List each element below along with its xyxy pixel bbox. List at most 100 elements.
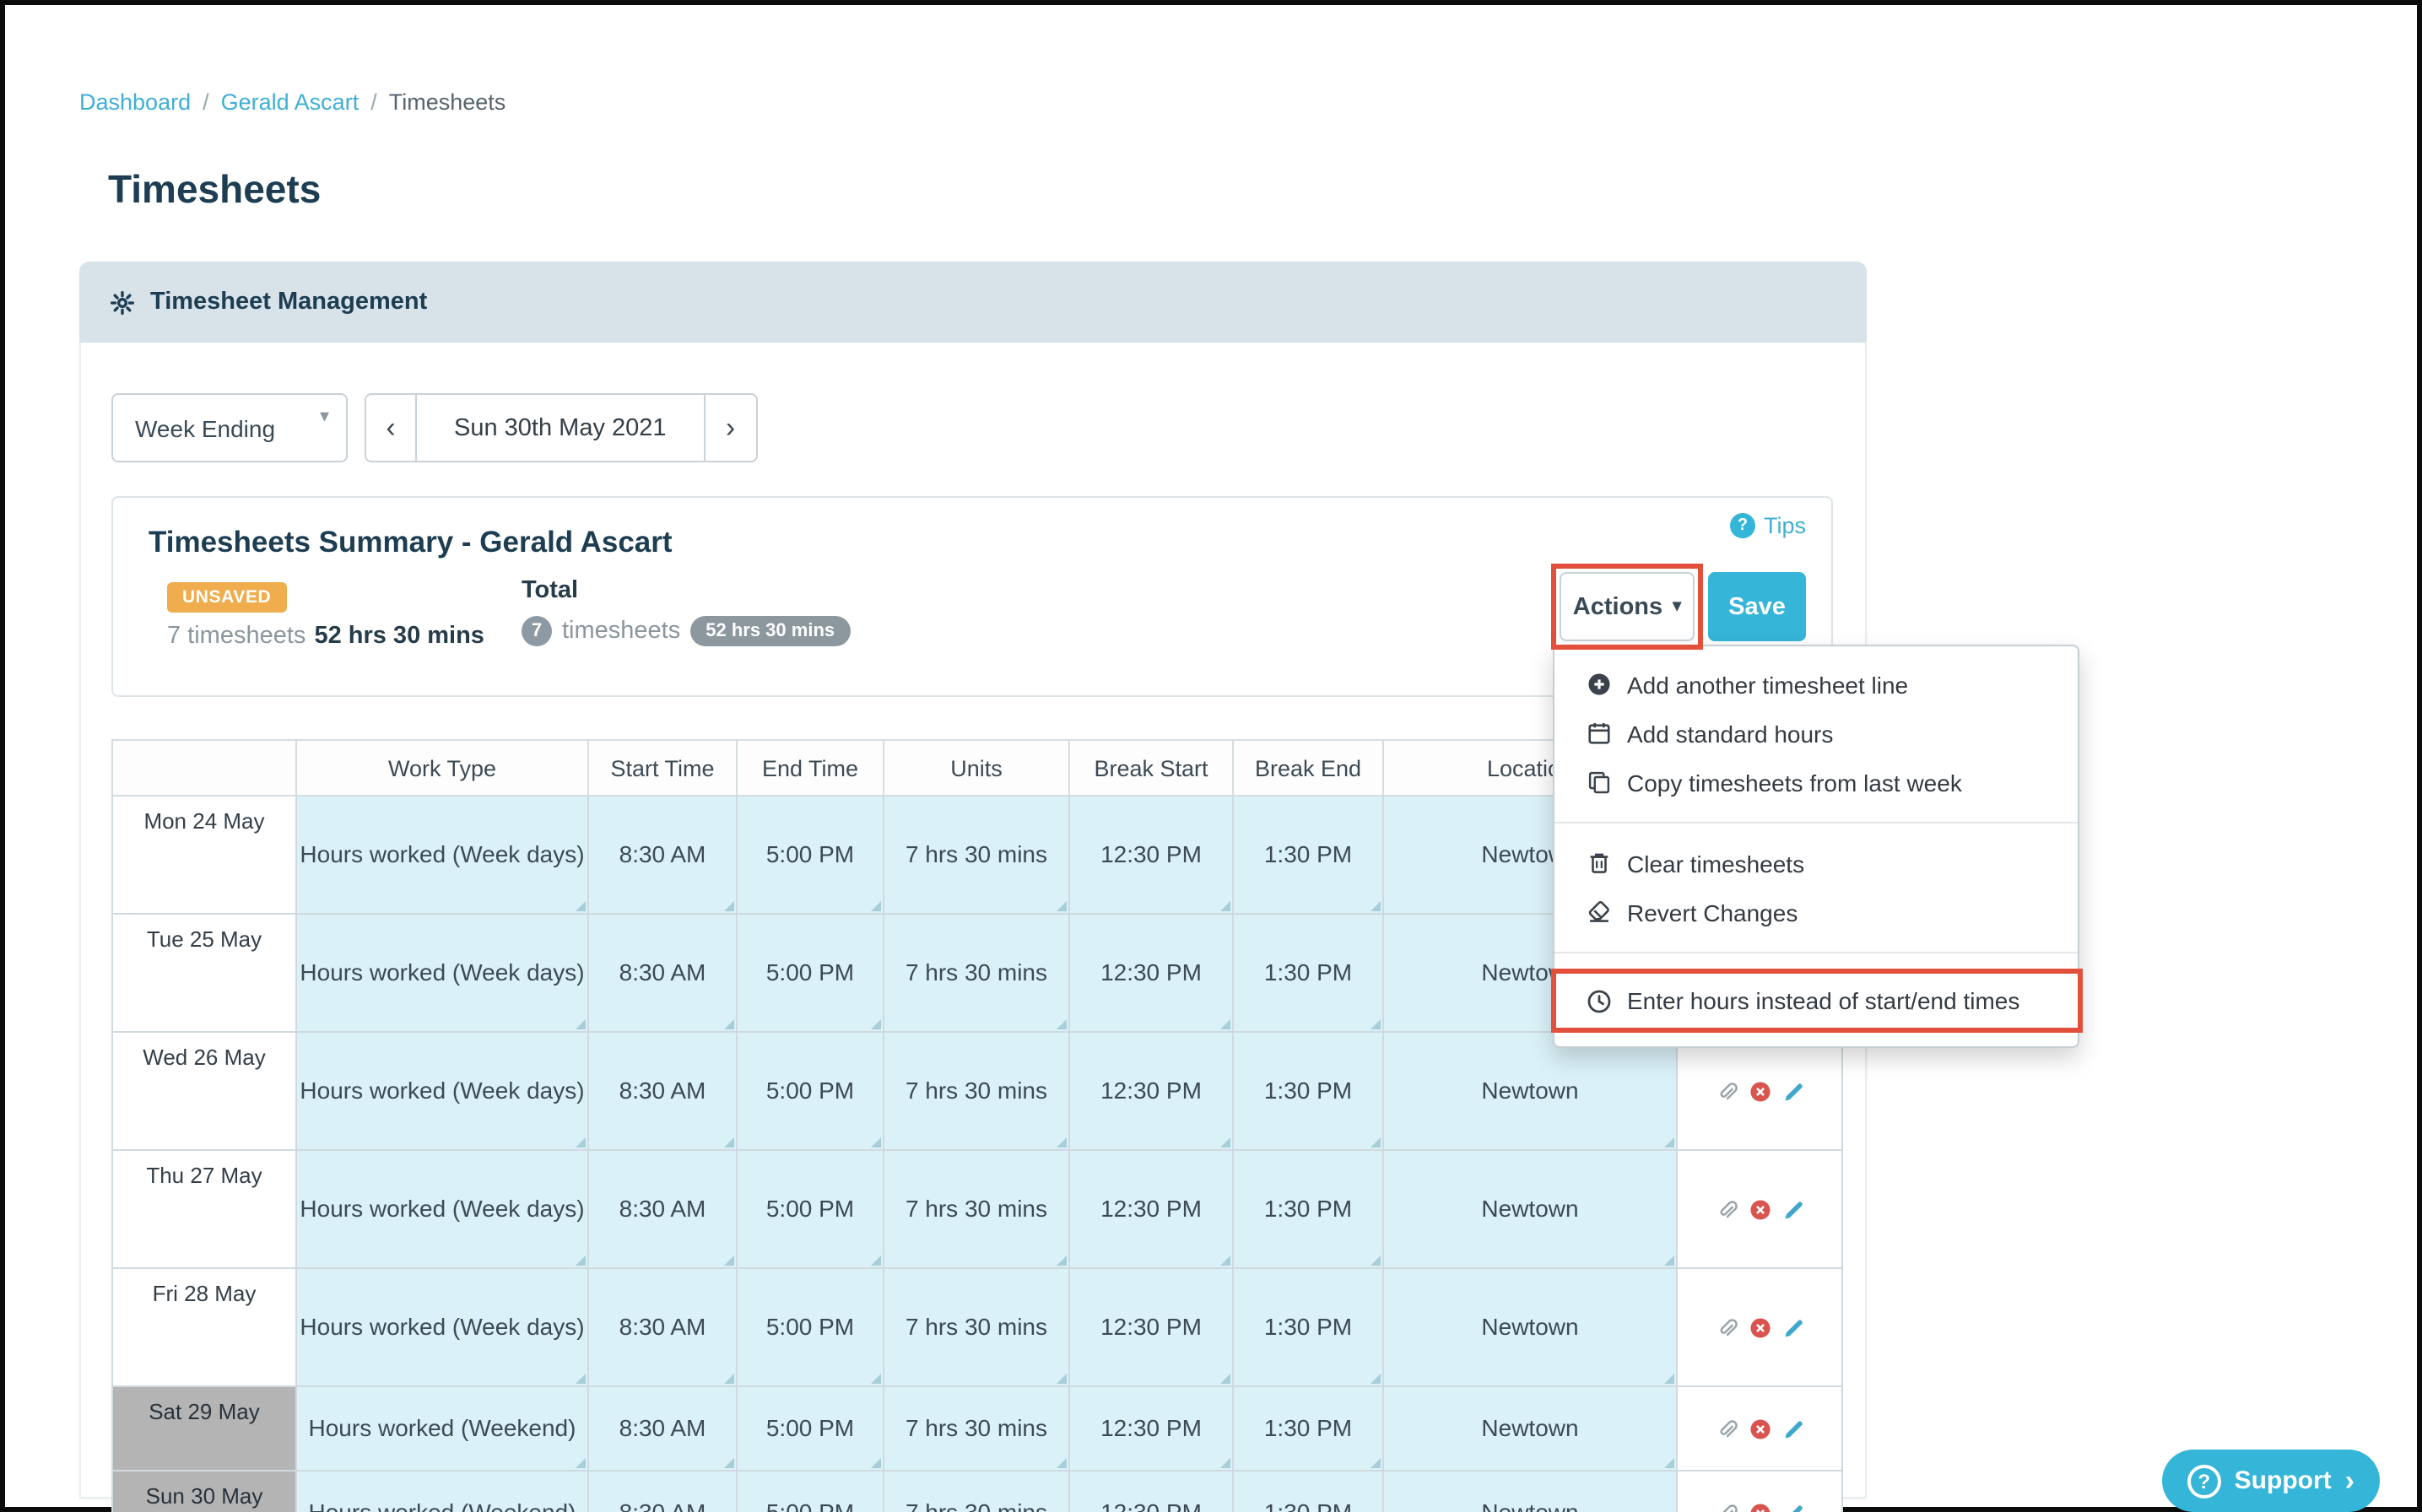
delete-icon[interactable] xyxy=(1748,1503,1771,1512)
break-end-cell[interactable]: 1:30 PM xyxy=(1233,914,1383,1032)
work-type-cell[interactable]: Hours worked (Week days) xyxy=(296,1268,588,1386)
start-time-cell[interactable]: 8:30 AM xyxy=(588,1471,737,1512)
menu-item-enter-hours[interactable]: Enter hours instead of start/end times xyxy=(1554,969,2078,1033)
location-cell[interactable]: Newtown xyxy=(1383,1032,1677,1150)
break-end-cell[interactable]: 1:30 PM xyxy=(1233,1386,1383,1471)
attachment-icon[interactable] xyxy=(1714,1317,1738,1341)
start-time-cell[interactable]: 8:30 AM xyxy=(588,1032,737,1150)
edit-icon[interactable] xyxy=(1781,1199,1805,1223)
break-start-cell[interactable]: 12:30 PM xyxy=(1069,1386,1233,1471)
menu-item-label: Revert Changes xyxy=(1627,899,1798,926)
work-type-cell[interactable]: Hours worked (Week days) xyxy=(296,1150,588,1268)
end-time-cell[interactable]: 5:00 PM xyxy=(737,1386,884,1471)
menu-item-label: Copy timesheets from last week xyxy=(1627,769,1962,796)
total-unit-label: timesheets xyxy=(562,618,680,645)
end-time-cell[interactable]: 5:00 PM xyxy=(737,914,884,1032)
actions-button[interactable]: Actions ▾ xyxy=(1560,572,1695,641)
edit-icon[interactable] xyxy=(1781,1418,1805,1442)
delete-icon[interactable] xyxy=(1748,1418,1771,1442)
column-header: Break Start xyxy=(1069,740,1233,796)
timesheet-hours: 52 hrs 30 mins xyxy=(314,623,484,650)
end-time-cell[interactable]: 5:00 PM xyxy=(737,1471,884,1512)
delete-icon[interactable] xyxy=(1748,1199,1771,1223)
delete-icon[interactable] xyxy=(1748,1317,1771,1341)
save-button[interactable]: Save xyxy=(1708,572,1806,641)
units-cell[interactable]: 7 hrs 30 mins xyxy=(884,796,1069,914)
unsaved-badge: UNSAVED xyxy=(167,582,286,613)
work-type-cell[interactable]: Hours worked (Week days) xyxy=(296,1032,588,1150)
units-cell[interactable]: 7 hrs 30 mins xyxy=(884,1471,1069,1512)
break-start-cell[interactable]: 12:30 PM xyxy=(1069,1268,1233,1386)
start-time-cell[interactable]: 8:30 AM xyxy=(588,796,737,914)
attachment-icon[interactable] xyxy=(1714,1081,1738,1104)
day-cell: Tue 25 May xyxy=(112,914,296,1032)
total-label: Total xyxy=(522,577,578,604)
row-actions-cell xyxy=(1677,1386,1842,1471)
start-time-cell[interactable]: 8:30 AM xyxy=(588,914,737,1032)
units-cell[interactable]: 7 hrs 30 mins xyxy=(884,1032,1069,1150)
end-time-cell[interactable]: 5:00 PM xyxy=(737,1150,884,1268)
menu-item-clear-timesheets[interactable]: Clear timesheets xyxy=(1554,839,2078,888)
support-button[interactable]: ? Support › xyxy=(2162,1450,2380,1512)
breadcrumb-employee[interactable]: Gerald Ascart xyxy=(221,89,360,115)
menu-divider xyxy=(1554,822,2078,824)
start-time-cell[interactable]: 8:30 AM xyxy=(588,1386,737,1471)
break-start-cell[interactable]: 12:30 PM xyxy=(1069,914,1233,1032)
work-type-cell[interactable]: Hours worked (Week days) xyxy=(296,796,588,914)
breadcrumb-current: Timesheets xyxy=(389,89,506,115)
help-icon: ? xyxy=(2187,1464,2221,1498)
location-cell[interactable]: Newtown xyxy=(1383,1386,1677,1471)
tips-link[interactable]: ? Tips xyxy=(1730,513,1806,538)
delete-icon[interactable] xyxy=(1748,1081,1771,1104)
break-end-cell[interactable]: 1:30 PM xyxy=(1233,1150,1383,1268)
work-type-cell[interactable]: Hours worked (Week days) xyxy=(296,914,588,1032)
end-time-cell[interactable]: 5:00 PM xyxy=(737,1032,884,1150)
week-controls: Week Ending ▾ ‹ Sun 30th May 2021 › xyxy=(111,393,758,462)
menu-item-copy-last-week[interactable]: Copy timesheets from last week xyxy=(1554,758,2078,807)
column-header xyxy=(112,740,296,796)
menu-item-revert-changes[interactable]: Revert Changes xyxy=(1554,888,2078,937)
units-cell[interactable]: 7 hrs 30 mins xyxy=(884,1386,1069,1471)
break-start-cell[interactable]: 12:30 PM xyxy=(1069,1032,1233,1150)
table-row: Wed 26 MayHours worked (Week days)8:30 A… xyxy=(112,1032,1842,1150)
location-cell[interactable]: Newtown xyxy=(1383,1268,1677,1386)
next-week-button[interactable]: › xyxy=(706,393,758,462)
break-start-cell[interactable]: 12:30 PM xyxy=(1069,796,1233,914)
end-time-cell[interactable]: 5:00 PM xyxy=(737,796,884,914)
previous-week-button[interactable]: ‹ xyxy=(365,393,417,462)
plus-circle-icon xyxy=(1585,672,1612,697)
location-cell[interactable]: Newtown xyxy=(1383,1471,1677,1512)
period-select[interactable]: Week Ending ▾ xyxy=(111,393,348,462)
units-cell[interactable]: 7 hrs 30 mins xyxy=(884,1268,1069,1386)
end-time-cell[interactable]: 5:00 PM xyxy=(737,1268,884,1386)
start-time-cell[interactable]: 8:30 AM xyxy=(588,1268,737,1386)
menu-item-add-line[interactable]: Add another timesheet line xyxy=(1554,660,2078,709)
total-row: 7 timesheets 52 hrs 30 mins xyxy=(522,616,850,646)
menu-item-add-standard-hours[interactable]: Add standard hours xyxy=(1554,709,2078,758)
break-start-cell[interactable]: 12:30 PM xyxy=(1069,1150,1233,1268)
attachment-icon[interactable] xyxy=(1714,1199,1738,1223)
break-start-cell[interactable]: 12:30 PM xyxy=(1069,1471,1233,1512)
column-header: End Time xyxy=(737,740,884,796)
attachment-icon[interactable] xyxy=(1714,1418,1738,1442)
break-end-cell[interactable]: 1:30 PM xyxy=(1233,796,1383,914)
table-row: Sun 30 MayHours worked (Weekend)8:30 AM5… xyxy=(112,1471,1842,1512)
work-type-cell[interactable]: Hours worked (Weekend) xyxy=(296,1386,588,1471)
work-type-cell[interactable]: Hours worked (Weekend) xyxy=(296,1471,588,1512)
break-end-cell[interactable]: 1:30 PM xyxy=(1233,1471,1383,1512)
attachment-icon[interactable] xyxy=(1714,1503,1738,1512)
trash-icon xyxy=(1585,850,1612,876)
break-end-cell[interactable]: 1:30 PM xyxy=(1233,1268,1383,1386)
edit-icon[interactable] xyxy=(1781,1081,1805,1104)
breadcrumb-separator: / xyxy=(203,89,209,115)
location-cell[interactable]: Newtown xyxy=(1383,1150,1677,1268)
start-time-cell[interactable]: 8:30 AM xyxy=(588,1150,737,1268)
break-end-cell[interactable]: 1:30 PM xyxy=(1233,1032,1383,1150)
eraser-icon xyxy=(1585,899,1612,925)
units-cell[interactable]: 7 hrs 30 mins xyxy=(884,914,1069,1032)
edit-icon[interactable] xyxy=(1781,1317,1805,1341)
edit-icon[interactable] xyxy=(1781,1503,1805,1512)
units-cell[interactable]: 7 hrs 30 mins xyxy=(884,1150,1069,1268)
breadcrumb-dashboard[interactable]: Dashboard xyxy=(79,89,191,115)
panel-header: Timesheet Management xyxy=(79,262,1867,343)
